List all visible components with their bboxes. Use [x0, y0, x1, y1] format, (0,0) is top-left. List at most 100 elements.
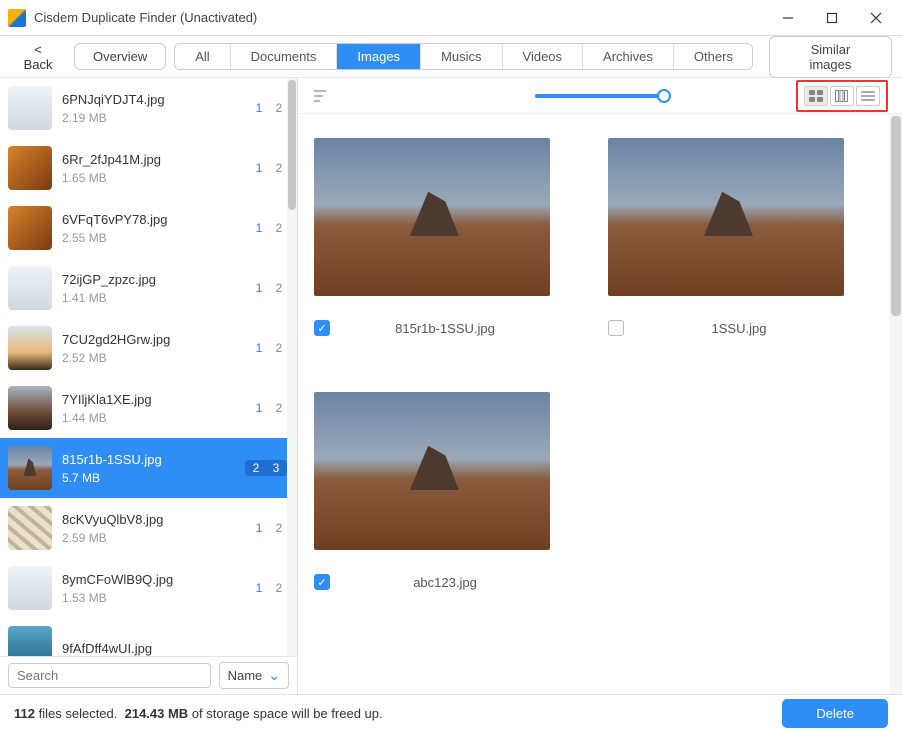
file-name: 6VFqT6vPY78.jpg [62, 212, 241, 227]
sort-dropdown[interactable]: Name ⌄ [219, 662, 289, 689]
file-row[interactable]: 6VFqT6vPY78.jpg2.55 MB12 [0, 198, 297, 258]
preview-filename: 1SSU.jpg [634, 321, 844, 336]
file-row[interactable]: 72ijGP_zpzc.jpg1.41 MB 12 [0, 258, 297, 318]
main-area: 6PNJqiYDJT4.jpg2.19 MB 12 6Rr_2fJp41M.jpg 1… [0, 78, 902, 694]
file-meta: 9fAfDff4wUI.jpg [62, 641, 287, 656]
preview-image[interactable] [314, 392, 550, 550]
card-footer: 1SSU.jpg [608, 320, 844, 336]
view-list-button[interactable] [856, 86, 880, 106]
tab-videos[interactable]: Videos [502, 44, 583, 69]
file-row[interactable]: 9fAfDff4wUI.jpg [0, 618, 297, 656]
preview-card: abc123.jpg [314, 392, 550, 590]
maximize-button[interactable] [810, 0, 854, 36]
preview-card: 815r1b-1SSU.jpg [314, 138, 550, 336]
back-button[interactable]: < Back [10, 38, 66, 76]
status-text: 112 files selected. 214.43 MB of storage… [14, 706, 383, 721]
file-row[interactable]: 8cKVyuQlbV8.jpg2.59 MB 12 [0, 498, 297, 558]
sort-icon[interactable] [312, 87, 330, 105]
dup-counts: 12 [251, 101, 287, 115]
close-button[interactable] [854, 0, 898, 36]
file-thumbnail [8, 386, 52, 430]
overview-button[interactable]: Overview [74, 43, 166, 70]
file-name: 7YIljKla1XE.jpg [62, 392, 241, 407]
file-name: 8cKVyuQlbV8.jpg [62, 512, 241, 527]
tab-musics[interactable]: Musics [420, 44, 501, 69]
file-name: 6Rr_2fJp41M.jpg [62, 152, 241, 167]
file-name: 7CU2gd2HGrw.jpg [62, 332, 241, 347]
preview-image[interactable] [314, 138, 550, 296]
file-size: 2.52 MB [62, 351, 241, 365]
file-meta: 6PNJqiYDJT4.jpg2.19 MB [62, 92, 241, 125]
sidebar: 6PNJqiYDJT4.jpg2.19 MB 12 6Rr_2fJp41M.jpg 1… [0, 78, 298, 694]
view-mode-toggle [796, 80, 888, 112]
chevron-down-icon: ⌄ [268, 667, 280, 684]
file-size: 1.44 MB [62, 411, 241, 425]
select-checkbox[interactable] [608, 320, 624, 336]
file-row[interactable]: 7CU2gd2HGrw.jpg 2.52 MB 12 [0, 318, 297, 378]
file-size: 2.55 MB [62, 231, 241, 245]
dup-counts: 12 [251, 401, 287, 415]
file-thumbnail [8, 266, 52, 310]
dup-counts: 12 [251, 281, 287, 295]
preview-card: 1SSU.jpg [608, 138, 844, 336]
view-grid-button[interactable] [804, 86, 828, 106]
file-list[interactable]: 6PNJqiYDJT4.jpg2.19 MB 12 6Rr_2fJp41M.jpg 1… [0, 78, 297, 656]
toolbar: < Back Overview AllDocumentsImagesMusics… [0, 36, 902, 78]
select-checkbox[interactable] [314, 320, 330, 336]
file-size: 1.65 MB [62, 171, 241, 185]
file-thumbnail [8, 626, 52, 656]
file-meta: 72ijGP_zpzc.jpg1.41 MB [62, 272, 241, 305]
dup-counts: 12 [251, 521, 287, 535]
file-thumbnail [8, 146, 52, 190]
zoom-slider[interactable] [535, 94, 665, 98]
preview-filename: 815r1b-1SSU.jpg [340, 321, 550, 336]
window-title: Cisdem Duplicate Finder (Unactivated) [34, 10, 766, 25]
file-thumbnail [8, 86, 52, 130]
similar-images-button[interactable]: Similar images [769, 36, 892, 78]
file-size: 5.7 MB [62, 471, 235, 485]
preview-pane: 815r1b-1SSU.jpg 1SSU.jpg abc123.jpg [298, 78, 902, 694]
file-row[interactable]: 6PNJqiYDJT4.jpg2.19 MB 12 [0, 78, 297, 138]
dup-counts: 12 [251, 341, 287, 355]
preview-grid: 815r1b-1SSU.jpg 1SSU.jpg abc123.jpg [314, 138, 882, 590]
file-thumbnail [8, 206, 52, 250]
file-row[interactable]: 8ymCFoWlB9Q.jpg1.53 MB12 [0, 558, 297, 618]
file-meta: 6Rr_2fJp41M.jpg 1.65 MB [62, 152, 241, 185]
file-name: 72ijGP_zpzc.jpg [62, 272, 241, 287]
preview-image[interactable] [608, 138, 844, 296]
file-row[interactable]: 815r1b-1SSU.jpg5.7 MB23 [0, 438, 297, 498]
file-thumbnail [8, 326, 52, 370]
file-name: 8ymCFoWlB9Q.jpg [62, 572, 241, 587]
file-row[interactable]: 6Rr_2fJp41M.jpg1.65 MB12 [0, 138, 297, 198]
file-meta: 8cKVyuQlbV8.jpg2.59 MB [62, 512, 241, 545]
tab-all[interactable]: All [175, 44, 229, 69]
minimize-button[interactable] [766, 0, 810, 36]
file-row[interactable]: 7YIljKla1XE.jpg 1.44 MB 12 [0, 378, 297, 438]
titlebar: Cisdem Duplicate Finder (Unactivated) [0, 0, 902, 36]
tab-documents[interactable]: Documents [230, 44, 337, 69]
view-columns-button[interactable] [830, 86, 854, 106]
preview-grid-area[interactable]: 815r1b-1SSU.jpg 1SSU.jpg abc123.jpg [298, 114, 902, 694]
card-footer: 815r1b-1SSU.jpg [314, 320, 550, 336]
dup-counts: 23 [245, 460, 287, 476]
select-checkbox[interactable] [314, 574, 330, 590]
file-thumbnail [8, 446, 52, 490]
app-icon [8, 9, 26, 27]
scrollbar-thumb[interactable] [288, 80, 296, 210]
sidebar-scrollbar[interactable] [287, 78, 297, 656]
file-thumbnail [8, 506, 52, 550]
delete-button[interactable]: Delete [782, 699, 888, 728]
tab-images[interactable]: Images [336, 44, 420, 69]
preview-toolbar [298, 78, 902, 114]
tab-archives[interactable]: Archives [582, 44, 673, 69]
file-meta: 8ymCFoWlB9Q.jpg1.53 MB [62, 572, 241, 605]
sidebar-footer: Name ⌄ [0, 656, 297, 694]
scrollbar-thumb[interactable] [891, 116, 901, 316]
tab-others[interactable]: Others [673, 44, 753, 69]
preview-scrollbar[interactable] [890, 114, 902, 694]
file-size: 2.19 MB [62, 111, 241, 125]
file-thumbnail [8, 566, 52, 610]
search-input[interactable] [8, 663, 211, 688]
file-meta: 7CU2gd2HGrw.jpg 2.52 MB [62, 332, 241, 365]
sort-label: Name [228, 668, 263, 683]
